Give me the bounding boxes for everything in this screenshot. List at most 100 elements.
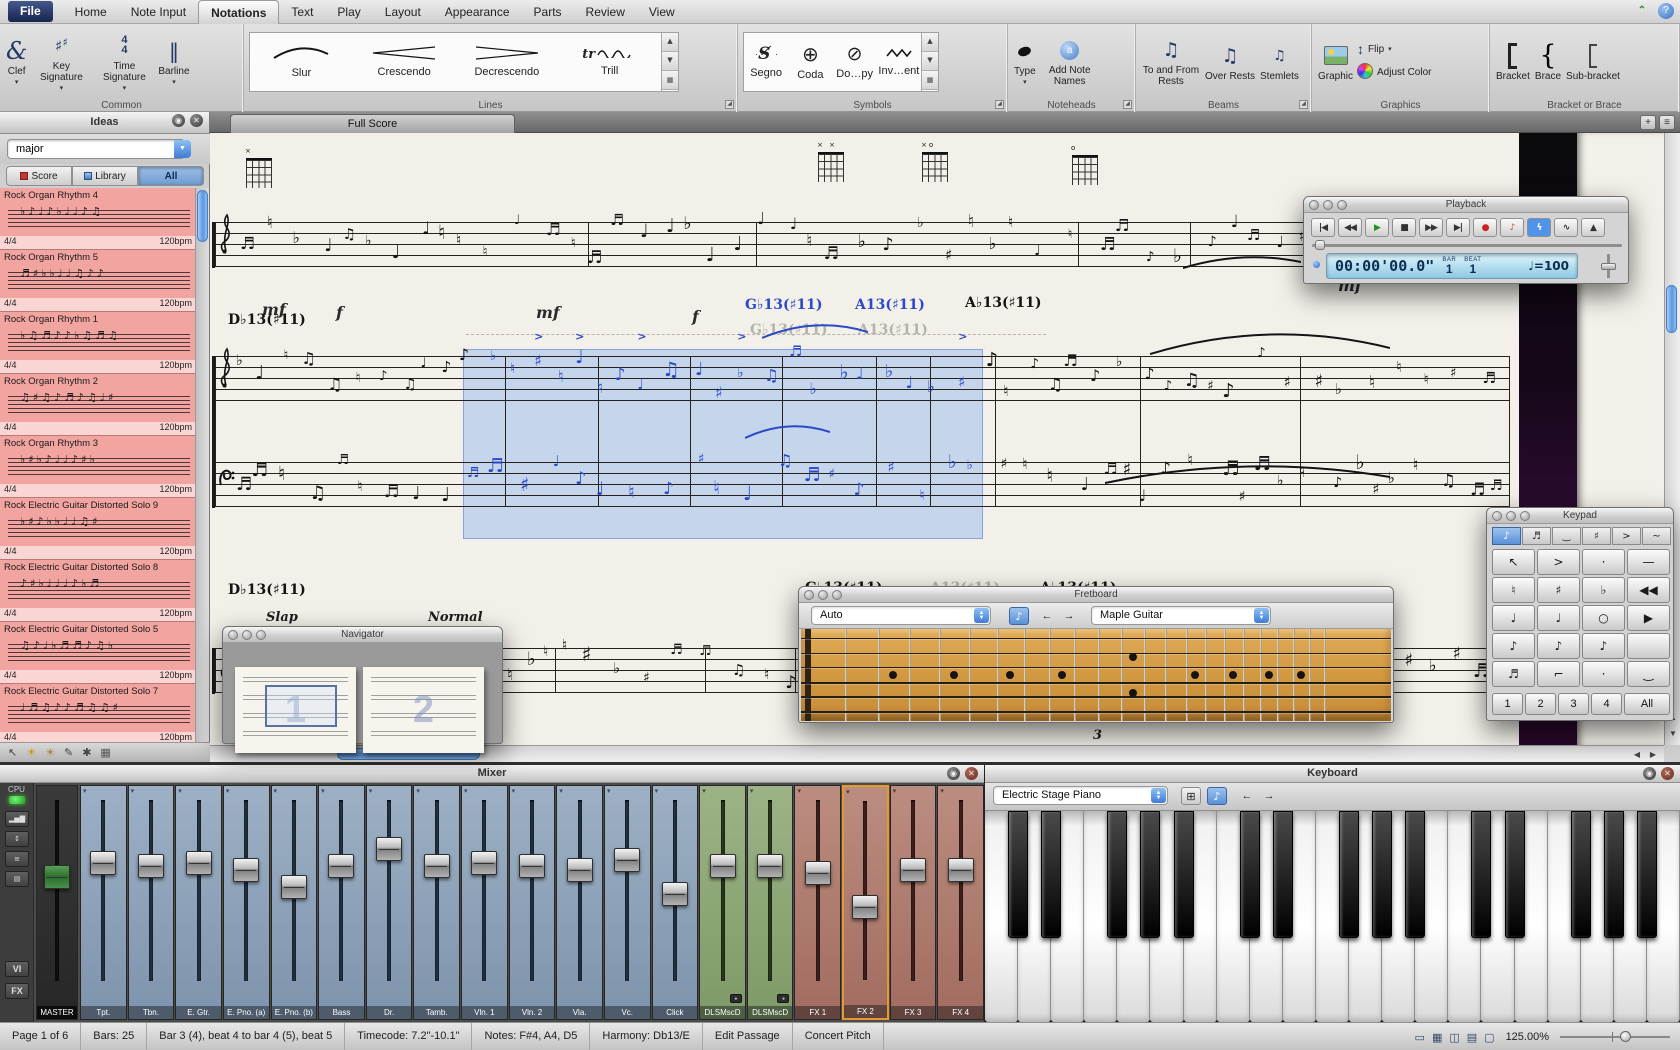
note-glyph[interactable]: ♯ (698, 453, 705, 467)
ribbon-button-bracket[interactable]: Bracket (1495, 40, 1531, 84)
note-glyph[interactable]: ♭ (683, 216, 691, 233)
note-glyph[interactable]: ♬ (1115, 218, 1130, 234)
fretboard-mode-select[interactable]: Auto ▲▼ (811, 606, 991, 625)
zoom-slider-thumb[interactable] (1620, 1031, 1631, 1042)
note-glyph[interactable]: ♪ (615, 367, 626, 384)
ribbon-button-stemlets[interactable]: ♫Stemlets (1259, 40, 1300, 84)
vertical-scrollbar-thumb[interactable] (1666, 285, 1677, 333)
dynamic-marking[interactable]: mf (262, 300, 286, 319)
note-glyph[interactable]: ♭ (839, 362, 848, 382)
note-glyph[interactable]: ♩ (640, 223, 649, 241)
channel-fader[interactable] (424, 854, 450, 878)
ribbon-button-adjust-color[interactable]: Adjust Color (1357, 63, 1431, 82)
channel-fader[interactable] (567, 858, 593, 882)
ribbon-tab-review[interactable]: Review (574, 0, 637, 24)
note-glyph[interactable]: ♩ (733, 234, 742, 253)
note-glyph[interactable]: ♮ (1369, 375, 1375, 393)
note-glyph[interactable]: ♯ (1284, 375, 1291, 390)
note-glyph[interactable]: ♩ (596, 481, 605, 500)
strip-caret-icon[interactable]: ▾ (702, 787, 706, 795)
piano-key-black-4[interactable] (1107, 811, 1127, 938)
dynamic-marking[interactable]: f (336, 303, 343, 322)
note-glyph[interactable]: ♮ (1003, 384, 1008, 399)
note-glyph[interactable]: ♩ (553, 454, 560, 469)
note-glyph[interactable]: ♯ (643, 672, 650, 686)
note-glyph[interactable]: ♮ (713, 479, 720, 498)
keypad-key-5[interactable]: ♮ (1492, 577, 1535, 603)
note-glyph[interactable]: ♪ (575, 471, 586, 488)
channel-fader[interactable] (614, 848, 640, 872)
strip-caret-icon[interactable]: ▾ (131, 787, 135, 795)
keyboard-note-input-icon[interactable]: ♪ (1207, 787, 1227, 805)
note-glyph[interactable]: ♭ (809, 381, 817, 397)
note-glyph[interactable]: ♪ (853, 482, 864, 499)
keypad-key-20[interactable]: ‿ (1627, 661, 1670, 687)
keypad-voice-all[interactable]: All (1624, 693, 1670, 715)
keypad-voice-3[interactable]: 3 (1558, 693, 1589, 715)
fretboard-note-icon[interactable]: ♪ (1009, 607, 1029, 625)
note-glyph[interactable]: ♮ (356, 372, 361, 386)
tempo-slider-knob[interactable] (1601, 263, 1616, 270)
note-glyph[interactable]: ♩ (421, 357, 427, 370)
note-glyph[interactable]: ♭ (858, 234, 866, 251)
note-glyph[interactable]: ♪ (785, 675, 796, 693)
gallery-expand-icon[interactable]: ▦ (922, 71, 938, 90)
keypad-key-12[interactable]: ▶ (1627, 605, 1670, 631)
gallery-item-decrescendo[interactable]: Decrescendo (456, 33, 559, 91)
strip-caret-icon[interactable]: ▾ (369, 787, 373, 795)
channel-fader[interactable] (710, 854, 736, 878)
note-glyph[interactable]: ♯ (1207, 380, 1214, 394)
playback-timeline[interactable] (1312, 244, 1622, 247)
note-glyph[interactable]: ♬ (699, 645, 711, 659)
settings-icon[interactable]: ✱ (82, 747, 91, 758)
keypad-key-8[interactable]: ◀◀ (1627, 577, 1670, 603)
channel-fader[interactable] (186, 851, 212, 875)
note-glyph[interactable]: ♪ (1160, 461, 1171, 478)
note-glyph[interactable]: ♮ (968, 214, 974, 232)
channel-fader[interactable] (281, 875, 307, 899)
note-glyph[interactable]: ♮ (806, 232, 812, 249)
ribbon-button-barline[interactable]: ‖Barline▾ (157, 35, 190, 88)
minimize-icon[interactable] (242, 630, 252, 640)
note-glyph[interactable]: ♩ (637, 378, 644, 392)
piano-key-black-15[interactable] (1471, 811, 1491, 938)
note-glyph[interactable]: ♭ (948, 454, 957, 473)
zoom-icon[interactable] (256, 630, 266, 640)
panel-icon[interactable]: ▤ (5, 871, 29, 887)
tempo-slider[interactable] (1594, 252, 1622, 280)
keypad-key-15[interactable]: ♪ (1582, 633, 1625, 659)
fretboard-prev-icon[interactable]: ← (1037, 607, 1057, 625)
note-glyph[interactable]: ♩ (1139, 488, 1147, 504)
keypad-key-19[interactable]: · (1582, 661, 1625, 687)
ribbon-tab-note-input[interactable]: Note Input (119, 0, 198, 24)
live-tempo-button[interactable]: ∿ (1554, 218, 1578, 237)
note-glyph[interactable]: ♭ (1355, 452, 1364, 472)
note-glyph[interactable]: ♮ (507, 667, 513, 683)
view-fit-icon[interactable]: ▢ (1484, 1031, 1494, 1044)
scroll-right-arrow[interactable]: ▶ (1646, 750, 1660, 759)
piano-key-black-18[interactable] (1571, 811, 1591, 938)
piano-key-black-19[interactable] (1604, 811, 1624, 938)
zoom-icon[interactable] (1337, 200, 1347, 210)
note-glyph[interactable]: ♬ (1470, 482, 1485, 499)
note-glyph[interactable]: ♩ (706, 245, 715, 265)
ribbon-tab-appearance[interactable]: Appearance (433, 0, 522, 24)
note-glyph[interactable]: ♭ (737, 367, 743, 381)
note-glyph[interactable]: ♭ (527, 651, 536, 670)
zoom-icon[interactable] (1520, 511, 1530, 521)
ideas-close-icon[interactable]: ✕ (190, 114, 203, 127)
note-glyph[interactable]: ♯ (1372, 483, 1379, 498)
piano-key-black-13[interactable] (1405, 811, 1425, 938)
note-glyph[interactable]: ♬ (337, 454, 349, 468)
note-glyph[interactable]: ♭ (988, 236, 996, 252)
status-item-7[interactable]: Edit Passage (703, 1023, 793, 1050)
note-glyph[interactable]: ♭ (917, 217, 924, 231)
note-glyph[interactable]: ♪ (1208, 235, 1217, 249)
ideas-detach-icon[interactable]: ◉ (172, 114, 185, 127)
performance-button[interactable]: ▲ (1581, 218, 1605, 237)
note-glyph[interactable]: ♮ (920, 489, 925, 503)
note-glyph[interactable]: ♩ (757, 211, 765, 228)
note-glyph[interactable]: ♯ (829, 468, 835, 481)
note-glyph[interactable]: ♯ (1123, 461, 1132, 479)
scroll-left-arrow[interactable]: ◀ (1630, 750, 1644, 759)
